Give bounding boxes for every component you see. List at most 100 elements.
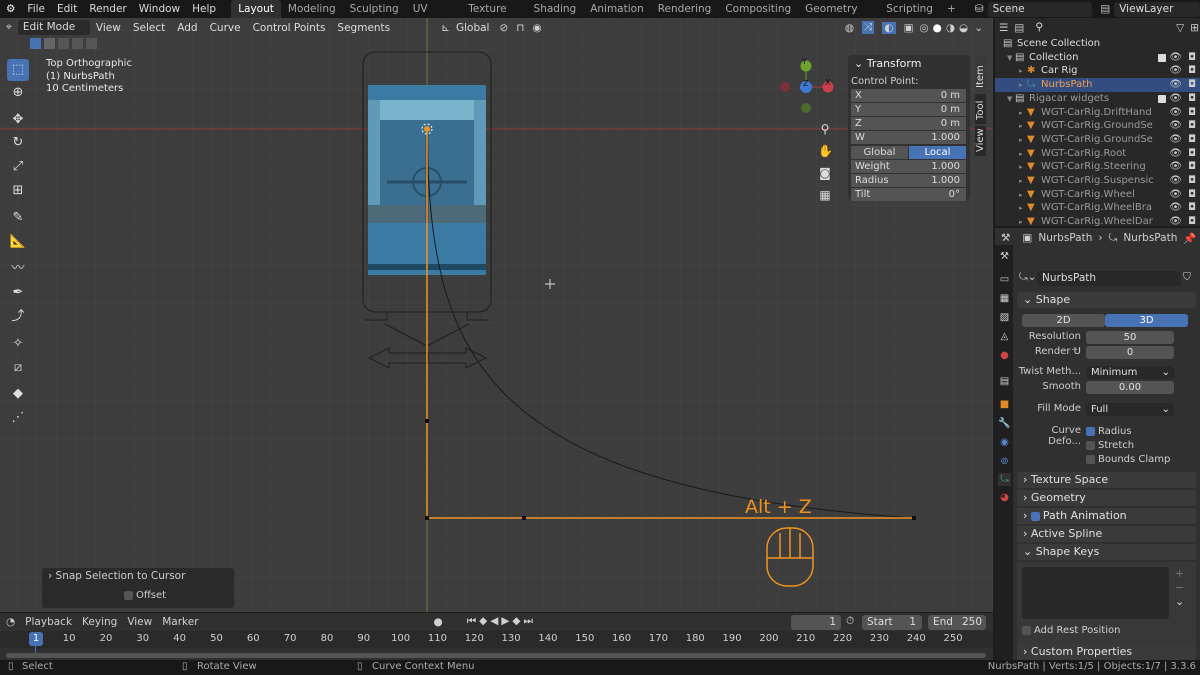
twist-method-dropdown[interactable]: Minimum ⌄ <box>1086 366 1174 379</box>
2d-toggle[interactable]: 2D <box>1022 314 1105 327</box>
visibility-eye-icon[interactable]: 👁 <box>1169 78 1182 92</box>
outliner-search-input[interactable]: ⚲ <box>1030 20 1139 35</box>
workspace-tab-uv-editing[interactable]: UV Editing <box>406 0 462 33</box>
outliner-item[interactable]: ▸ ✱ Car Rig 👁 ◘ <box>995 64 1200 78</box>
workspace-tab-texture-paint[interactable]: Texture Paint <box>461 0 526 33</box>
expand-arrow-icon[interactable]: ▸ <box>1019 188 1023 202</box>
workspace-tab-scripting[interactable]: Scripting <box>879 0 940 18</box>
visibility-eye-icon[interactable]: 👁 <box>1169 64 1182 78</box>
radius-tool-icon[interactable]: ⧄ <box>7 357 29 379</box>
camera-icon[interactable]: ◙ <box>818 162 832 184</box>
blender-logo-icon[interactable]: ⚙ <box>0 3 21 15</box>
select-intersect-icon[interactable] <box>86 38 97 49</box>
timeline-editor-type-icon[interactable]: ◔ <box>6 616 15 628</box>
render-u-field[interactable]: 0 <box>1086 346 1174 359</box>
render-camera-icon[interactable]: ◘ <box>1188 201 1196 215</box>
world-tab-icon[interactable]: ● <box>998 349 1011 362</box>
shading-material-icon[interactable]: ◑ <box>944 22 957 34</box>
render-camera-icon[interactable]: ◘ <box>1188 51 1196 65</box>
gizmo-y-label[interactable]: Y <box>802 57 807 66</box>
outliner-item[interactable]: ▸ ▼ WGT-CarRig.WheelBra 👁 ◘ <box>995 201 1200 215</box>
expand-arrow-icon[interactable]: ▸ <box>1019 64 1023 78</box>
local-toggle[interactable]: Local <box>909 146 966 159</box>
zoom-icon[interactable]: ⚲ <box>818 118 832 140</box>
outliner-item[interactable]: ▼ ▤ Collection 👁 ◘ <box>995 51 1200 65</box>
render-camera-icon[interactable]: ◘ <box>1188 133 1196 147</box>
shape-keys-list[interactable] <box>1022 567 1169 619</box>
editor-type-icon[interactable]: ⌖ <box>0 21 18 34</box>
visibility-eye-icon[interactable]: 👁 <box>1169 133 1182 147</box>
pivot-icon[interactable]: ⊘ <box>495 22 512 34</box>
transform-header[interactable]: ⌄ Transform <box>854 57 921 70</box>
breadcrumb-object[interactable]: NurbsPath <box>1038 232 1092 245</box>
menu-render[interactable]: Render <box>83 3 132 15</box>
path-animation-panel[interactable]: › Path Animation <box>1017 508 1196 524</box>
workspace-tab-sculpting[interactable]: Sculpting <box>343 0 406 18</box>
workspace-tab-geometry-nodes[interactable]: Geometry Nodes <box>798 0 879 33</box>
menu-view[interactable]: View <box>90 22 127 34</box>
workspace-tab-compositing[interactable]: Compositing <box>718 0 798 18</box>
transform-tool-icon[interactable]: ⊞ <box>7 180 29 202</box>
3d-toggle[interactable]: 3D <box>1105 314 1188 327</box>
bounds-clamp-checkbox[interactable]: Bounds Clamp <box>1086 453 1170 467</box>
tool-tab-icon[interactable]: ⚒ <box>998 250 1011 263</box>
jump-end-icon[interactable]: ⏭ <box>523 615 535 627</box>
expand-arrow-icon[interactable]: ▸ <box>1019 147 1023 161</box>
constraint-tab-icon[interactable]: ⊚ <box>998 455 1011 468</box>
menu-segments[interactable]: Segments <box>331 22 396 34</box>
stopwatch-icon[interactable]: ⏱ <box>846 615 854 628</box>
current-frame-field[interactable]: 1 <box>791 615 841 630</box>
render-tab-icon[interactable]: ▭ <box>998 273 1011 286</box>
shape-panel-header[interactable]: ⌄ Shape <box>1017 292 1196 308</box>
render-camera-icon[interactable]: ◘ <box>1188 174 1196 188</box>
new-collection-icon[interactable]: ⊞ <box>1190 22 1199 34</box>
expand-arrow-icon[interactable]: ▸ <box>1019 160 1023 174</box>
outliner-item[interactable]: ▸ ▼ WGT-CarRig.Suspensic 👁 ◘ <box>995 174 1200 188</box>
field-radius[interactable]: Radius 1.000 <box>851 174 966 187</box>
properties-editor-type-icon[interactable]: ⚒ <box>1001 232 1010 245</box>
menu-file[interactable]: File <box>21 3 51 15</box>
offset-checkbox[interactable]: Offset <box>124 590 166 601</box>
add-workspace-button[interactable]: + <box>940 0 963 18</box>
modifier-tab-icon[interactable]: 🔧 <box>998 417 1011 430</box>
shape-key-menu-icon[interactable]: ⌄ <box>1175 595 1184 609</box>
tilt-tool-icon[interactable]: ◆ <box>7 383 29 405</box>
output-tab-icon[interactable]: ▦ <box>998 292 1011 305</box>
menu-marker[interactable]: Marker <box>162 616 198 628</box>
play-reverse-icon[interactable]: ◀ <box>490 615 501 627</box>
select-box-tool-icon[interactable]: ⬚ <box>7 59 29 81</box>
expand-arrow-icon[interactable]: ▸ <box>1019 78 1023 92</box>
outliner-item[interactable]: ▸ ▼ WGT-CarRig.Steering 👁 ◘ <box>995 160 1200 174</box>
draw-tool-icon[interactable]: 〰 <box>7 258 29 280</box>
shape-keys-panel[interactable]: ⌄ Shape Keys <box>1017 544 1196 560</box>
visibility-eye-icon[interactable]: 👁 <box>1169 92 1182 106</box>
menu-window[interactable]: Window <box>133 3 186 15</box>
pan-hand-icon[interactable]: ✋ <box>818 140 833 162</box>
visibility-eye-icon[interactable]: 👁 <box>1169 174 1182 188</box>
rotate-tool-icon[interactable]: ↻ <box>7 132 29 154</box>
scene-selector[interactable]: Scene <box>987 1 1093 17</box>
field-y[interactable]: Y 0 m <box>851 103 966 116</box>
render-camera-icon[interactable]: ◘ <box>1188 92 1196 106</box>
3d-viewport[interactable]: Top Orthographic (1) NurbsPath 10 Centim… <box>0 18 993 612</box>
shading-wireframe-icon[interactable]: ◎ <box>918 22 931 34</box>
expand-arrow-icon[interactable]: ▸ <box>1019 174 1023 188</box>
play-icon[interactable]: ▶ <box>501 615 512 627</box>
visibility-eye-icon[interactable]: 👁 <box>1169 160 1182 174</box>
workspace-tab-rendering[interactable]: Rendering <box>651 0 719 18</box>
auto-keying-icon[interactable]: ● <box>434 616 443 628</box>
expand-arrow-icon[interactable]: ▼ <box>1007 92 1012 106</box>
playhead[interactable]: 1 <box>29 632 43 646</box>
select-invert-icon[interactable] <box>72 38 83 49</box>
tab-view[interactable]: View <box>975 126 986 156</box>
end-frame-field[interactable]: End 250 <box>928 615 986 630</box>
outliner-item[interactable]: ▸ ▼ WGT-CarRig.GroundSe 👁 ◘ <box>995 119 1200 133</box>
stretch-checkbox[interactable]: Stretch <box>1086 439 1170 453</box>
menu-add[interactable]: Add <box>171 22 203 34</box>
workspace-tab-layout[interactable]: Layout <box>231 0 281 18</box>
workspace-tab-modeling[interactable]: Modeling <box>281 0 343 18</box>
prev-keyframe-icon[interactable]: ◆ <box>479 615 490 627</box>
viewport-canvas[interactable] <box>0 18 993 612</box>
expand-arrow-icon[interactable]: ▸ <box>1019 201 1023 215</box>
render-camera-icon[interactable]: ◘ <box>1188 78 1196 92</box>
